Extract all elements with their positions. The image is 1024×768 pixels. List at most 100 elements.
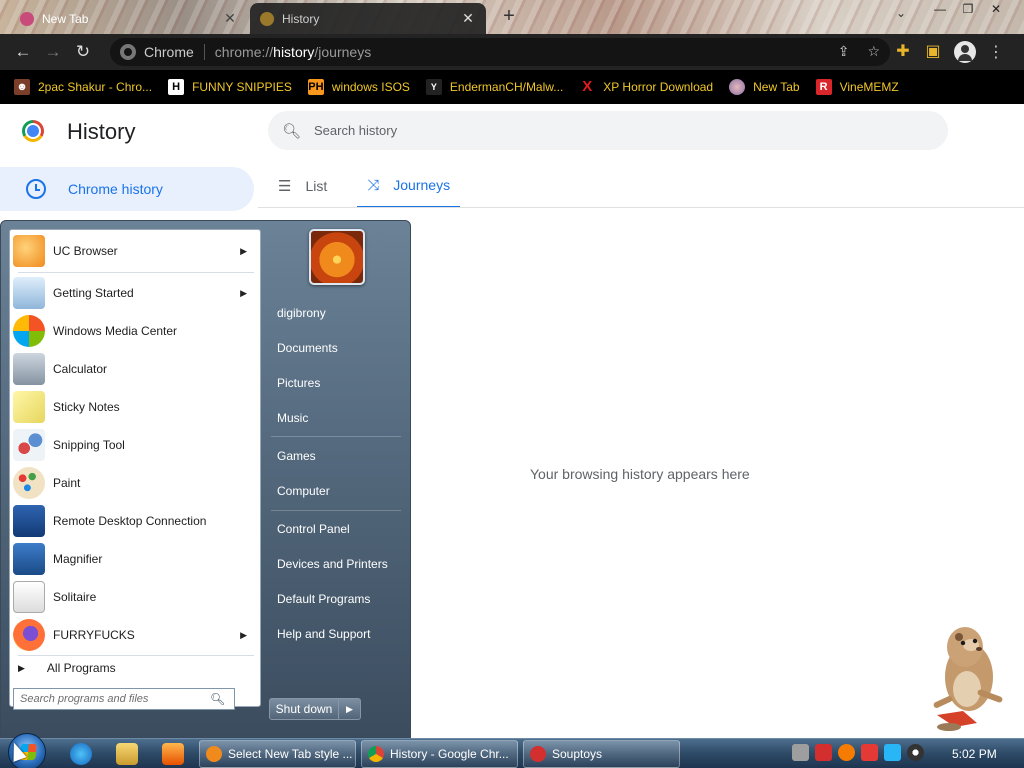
start-item-games[interactable]: Games	[277, 449, 316, 463]
start-item-user-folder[interactable]: digibrony	[277, 306, 326, 320]
tab-journeys[interactable]: ⤨ Journeys	[357, 164, 461, 208]
solitaire-icon	[13, 581, 45, 613]
start-item-computer[interactable]: Computer	[277, 484, 330, 498]
taskbar-task-chrome-history[interactable]: History - Google Chr...	[361, 740, 518, 768]
program-windows-media-center[interactable]: Windows Media Center	[13, 313, 257, 349]
site-label: Chrome	[144, 44, 194, 60]
tab-title: New Tab	[42, 11, 89, 26]
program-solitaire[interactable]: Solitaire	[13, 579, 257, 615]
start-right-divider	[271, 436, 401, 437]
bookmarks-bar: ☻ 2pac Shakur - Chro... H FUNNY SNIPPIES…	[0, 70, 1024, 104]
taskbar-task-uc-browser[interactable]: Select New Tab style ...	[199, 740, 356, 768]
start-item-pictures[interactable]: Pictures	[277, 376, 320, 390]
media-player-icon[interactable]	[162, 743, 184, 765]
uc-browser-icon	[206, 746, 222, 762]
shutdown-button[interactable]: Shut down	[269, 698, 339, 720]
paint-icon	[13, 467, 45, 499]
task-label: Souptoys	[552, 747, 603, 761]
tab-label: List	[305, 178, 328, 194]
close-window-icon[interactable]: ✕	[982, 0, 1010, 18]
profile-avatar-icon[interactable]	[954, 41, 976, 63]
browser-toolbar: ← → ↻ Chrome chrome:// history /journeys…	[0, 34, 1024, 70]
tray-flag-icon[interactable]	[861, 744, 878, 761]
program-uc-browser[interactable]: UC Browser ▶	[13, 233, 257, 269]
program-label: Magnifier	[53, 552, 103, 566]
tab-search-chevron-icon[interactable]: ⌄	[896, 6, 906, 20]
history-search-input[interactable]	[314, 123, 914, 138]
tab-list[interactable]: ☰ List	[268, 164, 337, 208]
tray-network-icon[interactable]	[792, 744, 809, 761]
program-label: Sticky Notes	[53, 400, 120, 414]
side-panel-icon[interactable]: ▣	[924, 43, 942, 61]
bookmark-item[interactable]: R VineMEMZ	[815, 79, 899, 95]
bookmark-item[interactable]: PH windows ISOS	[307, 79, 410, 95]
program-calculator[interactable]: Calculator	[13, 351, 257, 387]
program-getting-started[interactable]: Getting Started ▶	[13, 275, 257, 311]
program-furryfucks[interactable]: FURRYFUCKS ▶	[13, 617, 257, 653]
bookmark-item[interactable]: New Tab	[729, 79, 800, 95]
tray-search-icon[interactable]	[838, 744, 855, 761]
program-sticky-notes[interactable]: Sticky Notes	[13, 389, 257, 425]
internet-explorer-icon[interactable]	[70, 743, 92, 765]
explorer-folder-icon[interactable]	[116, 743, 138, 765]
tray-display-icon[interactable]	[884, 744, 901, 761]
start-item-devices-printers[interactable]: Devices and Printers	[277, 557, 388, 571]
hamster-pet-image[interactable]	[915, 615, 1010, 737]
all-programs-button[interactable]: ▶ All Programs	[18, 661, 116, 675]
user-picture[interactable]	[309, 229, 365, 285]
program-remote-desktop[interactable]: Remote Desktop Connection	[13, 503, 257, 539]
minimize-icon[interactable]: —	[926, 0, 954, 18]
program-divider	[18, 272, 254, 273]
bookmark-item[interactable]: H FUNNY SNIPPIES	[168, 79, 292, 95]
search-icon: 🔍︎	[210, 692, 226, 706]
bookmark-item[interactable]: Y EndermanCH/Malw...	[425, 79, 563, 95]
submenu-arrow-icon: ▶	[240, 245, 247, 256]
start-item-music[interactable]: Music	[277, 411, 308, 425]
start-item-control-panel[interactable]: Control Panel	[277, 522, 350, 536]
program-label: Solitaire	[53, 590, 97, 604]
start-search-input[interactable]	[20, 693, 210, 705]
media-center-icon	[13, 315, 45, 347]
taskbar-task-souptoys[interactable]: Souptoys	[523, 740, 680, 768]
history-search-box[interactable]: 🔍︎	[268, 111, 948, 150]
share-icon[interactable]: ⇪	[838, 43, 850, 60]
shutdown-options-arrow-icon[interactable]: ▶	[339, 698, 361, 720]
bookmark-star-icon[interactable]: ☆	[867, 43, 880, 60]
reload-icon[interactable]: ↻	[68, 42, 98, 62]
maximize-icon[interactable]: ❐	[954, 0, 982, 18]
address-bar[interactable]: Chrome chrome:// history /journeys ⇪ ☆	[110, 38, 890, 66]
sidebar-item-chrome-history[interactable]: Chrome history	[0, 167, 254, 211]
tray-antivirus-icon[interactable]	[815, 744, 832, 761]
close-tab-icon[interactable]: ✕	[460, 10, 476, 27]
extensions-puzzle-icon[interactable]: ✚	[894, 43, 912, 61]
start-search-box[interactable]: 🔍︎	[13, 688, 235, 710]
program-paint[interactable]: Paint	[13, 465, 257, 501]
omnibox-actions: ⇪ ☆	[838, 43, 880, 60]
forward-arrow-icon[interactable]: →	[38, 42, 68, 62]
bookmark-label: 2pac Shakur - Chro...	[38, 80, 153, 94]
start-menu-programs-pane: UC Browser ▶ Getting Started ▶ Windows M…	[9, 229, 261, 707]
program-magnifier[interactable]: Magnifier	[13, 541, 257, 577]
tray-volume-icon[interactable]	[907, 744, 924, 761]
bookmark-item[interactable]: ☻ 2pac Shakur - Chro...	[14, 79, 152, 95]
url-path: /journeys	[314, 44, 372, 60]
submenu-arrow-icon: ▶	[240, 629, 247, 640]
desktop-screen: New Tab ✕ History ✕ + ⌄ — ❐ ✕ ← → ↻ Chro…	[0, 0, 1024, 768]
kebab-menu-icon[interactable]: ⋮	[988, 42, 1004, 62]
program-snipping-tool[interactable]: Snipping Tool	[13, 427, 257, 463]
new-tab-plus-icon[interactable]: +	[498, 5, 520, 27]
start-item-documents[interactable]: Documents	[277, 341, 338, 355]
tab-new-tab[interactable]: New Tab ✕	[10, 3, 248, 34]
uc-browser-icon	[13, 235, 45, 267]
snipping-tool-icon	[13, 429, 45, 461]
taskbar-clock[interactable]: 5:02 PM	[952, 747, 997, 761]
tab-history[interactable]: History ✕	[250, 3, 486, 34]
program-divider	[18, 655, 254, 656]
back-arrow-icon[interactable]: ←	[8, 42, 38, 62]
url-host: history	[273, 44, 315, 60]
new-tab-favicon-icon	[20, 11, 34, 26]
start-item-default-programs[interactable]: Default Programs	[277, 592, 370, 606]
bookmark-item[interactable]: X XP Horror Download	[579, 79, 713, 95]
close-tab-icon[interactable]: ✕	[222, 10, 238, 27]
start-item-help-support[interactable]: Help and Support	[277, 627, 370, 641]
